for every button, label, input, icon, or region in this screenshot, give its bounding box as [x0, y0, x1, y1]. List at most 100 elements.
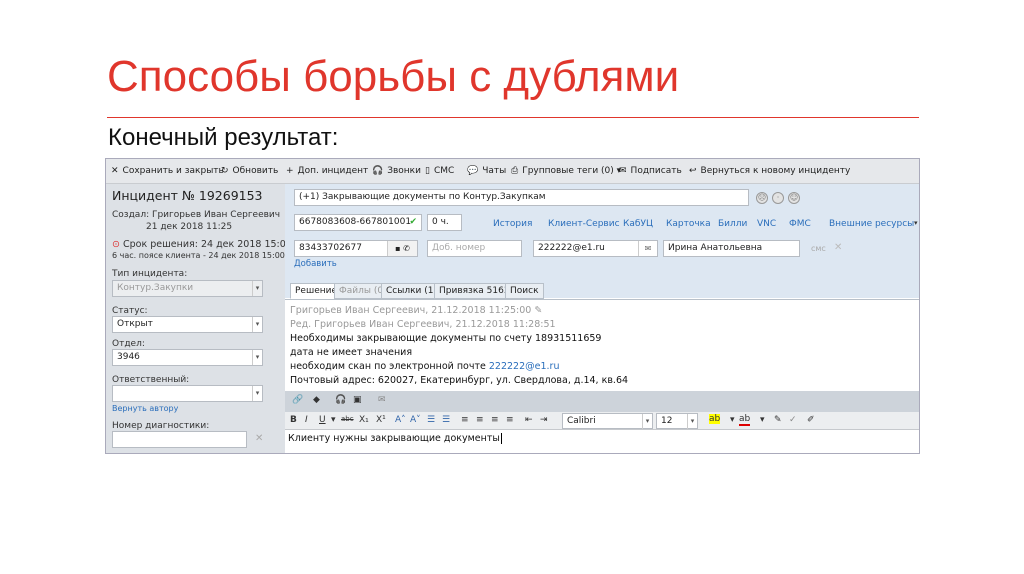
italic-icon[interactable]: I	[305, 415, 308, 425]
contact-input[interactable]: Ирина Анатольевна	[663, 240, 800, 257]
status-select[interactable]: Открыт	[112, 316, 263, 333]
font-select[interactable]: Calibri	[562, 413, 653, 429]
bold-icon[interactable]: B	[290, 415, 297, 425]
author-line: Григорьев Иван Сергеевич, 21.12.2018 11:…	[290, 305, 532, 316]
resource-link[interactable]: Карточка	[666, 219, 711, 229]
toolbar-button[interactable]: ✕ Сохранить и закрыть	[111, 166, 224, 176]
resource-link[interactable]: Билли	[718, 219, 747, 229]
phone-actions[interactable]: ▪ ✆	[387, 241, 417, 256]
inn-input[interactable]: 6678083608-667801001 ✔	[294, 214, 422, 231]
incident-sidebar: Инцидент № 19269153 Создал: Григорьев Ив…	[106, 184, 292, 453]
resource-link[interactable]: КабУЦ	[623, 219, 653, 229]
mail-icon[interactable]: ✉	[638, 241, 657, 256]
grow-font-icon[interactable]: A˄	[395, 415, 406, 425]
chevron-down-icon[interactable]: ▾	[914, 219, 918, 227]
editor-text[interactable]: Клиенту нужны закрывающие документы	[288, 433, 502, 444]
justify-icon[interactable]: ≡	[506, 415, 514, 425]
subscript-icon[interactable]: X₁	[359, 415, 369, 425]
tab[interactable]: Ссылки (1)	[381, 283, 442, 299]
incident-title: Инцидент № 19269153	[112, 188, 263, 203]
client-timezone: 6 час. поясе клиента - 24 дек 2018 15:00	[112, 251, 285, 260]
diag-input[interactable]	[112, 431, 247, 448]
toolbar-button-label: Доп. инцидент	[297, 166, 369, 176]
incognito-icon[interactable]: ◆	[313, 395, 320, 405]
type-select[interactable]: Контур.Закупки	[112, 280, 263, 297]
align-center-icon[interactable]: ≡	[476, 415, 484, 425]
headphones-icon[interactable]: 🎧	[335, 395, 346, 405]
responsible-label: Ответственный:	[112, 375, 190, 385]
bullet-list-icon[interactable]: ☰	[427, 415, 435, 425]
toolbar-button[interactable]: ↻ Обновить	[221, 166, 278, 176]
attach-icon[interactable]: 🔗	[292, 395, 303, 405]
resource-link[interactable]: VNC	[757, 219, 776, 229]
hours-input[interactable]: 0 ч.	[427, 214, 462, 231]
toolbar-button[interactable]: ⎙ Групповые теги (0) ▾	[511, 166, 621, 176]
pen-icon[interactable]: ✐	[807, 415, 815, 425]
font-size-select[interactable]: 12	[656, 413, 698, 429]
toolbar-button[interactable]: ▯ СМС	[425, 166, 454, 176]
resource-link[interactable]: Внешние ресурсы	[829, 219, 914, 229]
responsible-select[interactable]	[112, 385, 263, 402]
superscript-icon[interactable]: X¹	[376, 415, 386, 425]
call-icon[interactable]: ✆	[403, 244, 410, 253]
tab[interactable]: Поиск	[505, 283, 544, 299]
toolbar-button[interactable]: 🎧 Звонки	[372, 166, 421, 176]
sad-face-icon[interactable]: ☹	[756, 192, 768, 204]
subject-input[interactable]: (+1) Закрывающие документы по Контур.Зак…	[294, 189, 749, 206]
return-to-author-link[interactable]: Вернуть автору	[112, 404, 178, 413]
mail-icon[interactable]: ✉	[378, 395, 386, 405]
chat-icon: 💬	[467, 166, 479, 176]
toolbar-button[interactable]: ✉ Подписать	[619, 166, 682, 176]
spellcheck-icon[interactable]: ✓	[789, 415, 797, 425]
email-value: 222222@e1.ru	[538, 243, 605, 253]
message-line: Необходимы закрывающие документы по счет…	[290, 333, 602, 344]
edited-line: Ред. Григорьев Иван Сергеевич, 21.12.201…	[290, 319, 556, 330]
dept-select[interactable]: 3946	[112, 349, 263, 366]
toolbar-button-label: Звонки	[387, 166, 421, 176]
font-color-icon[interactable]: ab	[739, 414, 751, 426]
sms-label[interactable]: смс	[811, 244, 826, 253]
resource-link[interactable]: Клиент-Сервис	[548, 219, 620, 229]
indent-icon[interactable]: ⇥	[540, 415, 548, 425]
message-line: Почтовый адрес: 620027, Екатеринбург, ул…	[290, 375, 629, 386]
toolbar-button[interactable]: + Доп. инцидент	[286, 166, 368, 176]
extension-input[interactable]: Доб. номер	[427, 240, 522, 257]
slide-title: Способы борьбы с дублями	[107, 52, 680, 101]
slide-subtitle: Конечный результат:	[108, 124, 339, 151]
toolbar-button[interactable]: ↩ Вернуться к новому инциденту	[689, 166, 850, 176]
close-icon: ✕	[111, 166, 119, 176]
font-color-dropdown-icon[interactable]: ▾	[760, 415, 765, 425]
highlight-dropdown-icon[interactable]: ▾	[730, 415, 735, 425]
underline-icon[interactable]: U	[319, 415, 326, 425]
strikethrough-icon[interactable]: abc	[341, 415, 354, 423]
neutral-face-icon[interactable]: ·	[772, 192, 784, 204]
clear-icon[interactable]: ✕	[255, 433, 263, 444]
add-contact-link[interactable]: Добавить	[294, 259, 337, 269]
brush-icon[interactable]: ✎	[774, 415, 782, 425]
happy-face-icon[interactable]: ☺	[788, 192, 800, 204]
tab[interactable]: Привязка 5163	[434, 283, 515, 299]
toolbar-button[interactable]: 💬 Чаты	[467, 166, 506, 176]
reply-editor[interactable]: Клиенту нужны закрывающие документы	[285, 430, 919, 453]
message-line: необходим скан по электронной почте	[290, 361, 489, 372]
edit-icon[interactable]: ✎	[534, 305, 542, 316]
underline-dropdown-icon[interactable]: ▾	[331, 415, 336, 425]
phone-input[interactable]: 83433702677 ▪ ✆	[294, 240, 418, 257]
highlight-icon[interactable]: ab	[709, 414, 721, 424]
align-left-icon[interactable]: ≡	[461, 415, 469, 425]
email-link[interactable]: 222222@e1.ru	[489, 361, 560, 372]
resource-link[interactable]: ФМС	[789, 219, 811, 229]
deadline: Срок решения: 24 дек 2018 15:00	[123, 239, 292, 250]
message-icon[interactable]: ▪	[395, 244, 400, 253]
outdent-icon[interactable]: ⇤	[525, 415, 533, 425]
align-right-icon[interactable]: ≡	[491, 415, 499, 425]
shrink-font-icon[interactable]: A˅	[410, 415, 421, 425]
email-input[interactable]: 222222@e1.ru ✉	[533, 240, 658, 257]
remove-icon[interactable]: ✕	[834, 242, 842, 253]
plus-icon: +	[286, 166, 294, 176]
resource-link[interactable]: История	[493, 219, 532, 229]
inn-value: 6678083608-667801001	[299, 217, 412, 227]
clipboard-icon[interactable]: ▣	[353, 395, 362, 405]
type-label: Тип инцидента:	[112, 269, 188, 279]
numbered-list-icon[interactable]: ☰	[442, 415, 450, 425]
